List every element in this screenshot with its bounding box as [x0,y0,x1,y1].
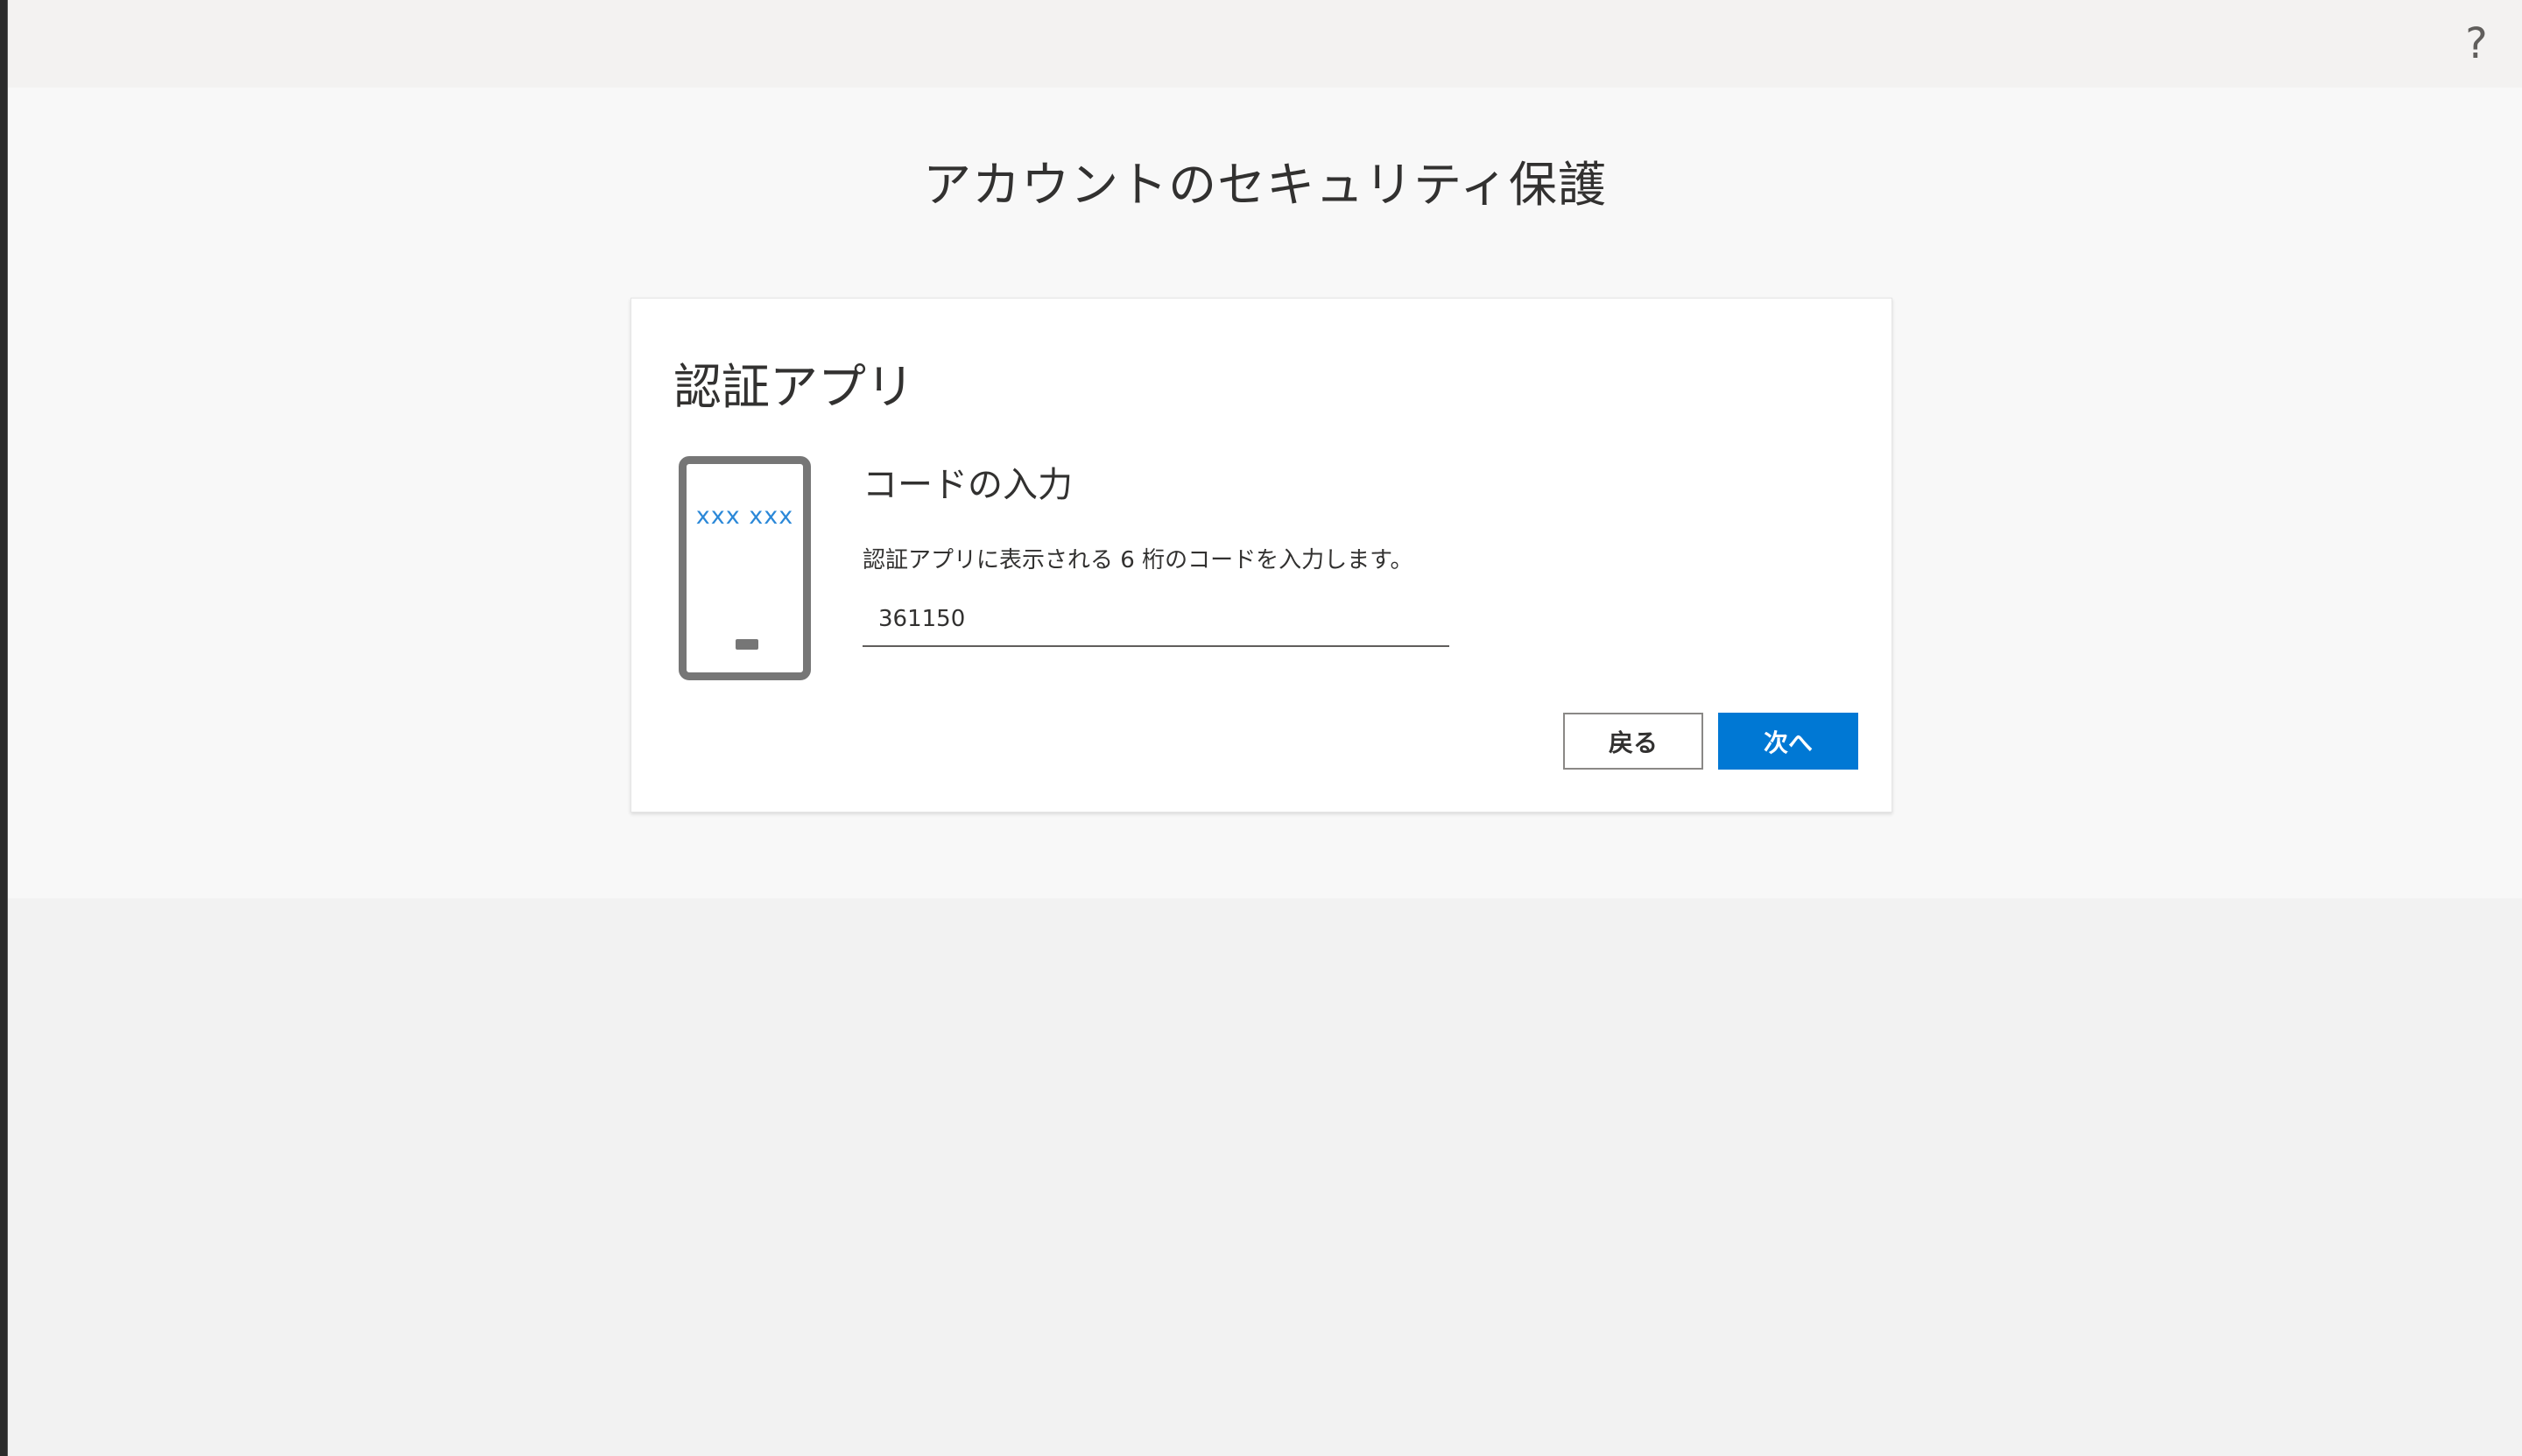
help-icon[interactable]: ? [2457,19,2496,68]
section-title: コードの入力 [863,465,1073,505]
phone-icon: xxx xxx [679,456,811,680]
next-button[interactable]: 次へ [1718,713,1858,770]
card-title: 認証アプリ [673,359,915,415]
app-window: ? アカウントのセキュリティ保護 認証アプリ xxx xxx コードの入力 認証… [7,0,2522,1456]
page-title: アカウントのセキュリティ保護 [923,157,1607,213]
back-button[interactable]: 戻る [1563,713,1703,770]
phone-home-button [736,639,758,650]
top-bar: ? [8,0,2522,88]
instruction-text: 認証アプリに表示される 6 桁のコードを入力します。 [863,547,1413,573]
code-input[interactable] [863,593,1449,647]
main-content: アカウントのセキュリティ保護 認証アプリ xxx xxx コードの入力 認証アプ… [8,88,2522,898]
auth-app-card: 認証アプリ xxx xxx コードの入力 認証アプリに表示される 6 桁のコード… [630,298,1892,812]
phone-code-placeholder: xxx xxx [695,503,794,530]
